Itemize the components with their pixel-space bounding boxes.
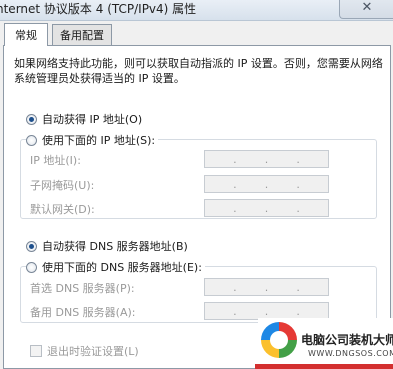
- watermark-logo: 电脑公司装机大师 WWW.DNGSOS.COM: [258, 318, 393, 369]
- tab-general[interactable]: 常规: [4, 23, 48, 46]
- dns-manual-label: 使用下面的 DNS 服务器地址(E):: [42, 261, 202, 274]
- brand-logo-icon: [261, 322, 297, 358]
- default-gateway-input[interactable]: ...: [204, 199, 329, 217]
- dns-manual-radio[interactable]: [26, 261, 37, 273]
- preferred-dns-label: 首选 DNS 服务器(P):: [30, 282, 135, 295]
- dns-auto-radio[interactable]: [26, 240, 37, 252]
- validate-on-exit-label: 退出时验证设置(L): [47, 345, 139, 358]
- ip-auto-label: 自动获得 IP 地址(O): [42, 113, 143, 126]
- subnet-mask-label: 子网掩码(U):: [30, 179, 95, 192]
- ip-auto-radio[interactable]: [26, 113, 37, 125]
- close-button[interactable]: ✕: [339, 0, 393, 19]
- ip-manual-radio[interactable]: [26, 134, 37, 146]
- alternate-dns-label: 备用 DNS 服务器(A):: [30, 306, 136, 319]
- tab-alternate-config-label: 备用配置: [60, 29, 104, 42]
- ip-auto-option[interactable]: 自动获得 IP 地址(O): [26, 111, 142, 127]
- title-bar: nternet 协议版本 4 (TCP/IPv4) 属性 ✕: [0, 0, 393, 21]
- red-edge-decoration: [255, 364, 393, 369]
- close-icon: ✕: [361, 0, 373, 15]
- validate-on-exit-checkbox[interactable]: [30, 345, 42, 357]
- subnet-mask-input[interactable]: ...: [204, 175, 329, 193]
- tab-alternate-config[interactable]: 备用配置: [52, 24, 112, 45]
- description-text: 如果网络支持此功能，则可以获取自动指派的 IP 设置。否则，您需要从网络系统管理…: [14, 57, 383, 85]
- dns-auto-label: 自动获得 DNS 服务器地址(B): [42, 240, 188, 253]
- watermark-brand: 电脑公司装机大师: [301, 333, 393, 347]
- window-title: nternet 协议版本 4 (TCP/IPv4) 属性: [0, 2, 197, 16]
- ip-manual-option[interactable]: 使用下面的 IP 地址(S):: [26, 132, 159, 148]
- ip-address-input[interactable]: ...: [204, 150, 329, 168]
- default-gateway-label: 默认网关(D):: [30, 203, 95, 216]
- tab-general-label: 常规: [15, 29, 37, 42]
- dns-manual-option[interactable]: 使用下面的 DNS 服务器地址(E):: [26, 259, 205, 275]
- preferred-dns-input[interactable]: ...: [204, 278, 329, 296]
- ip-manual-label: 使用下面的 IP 地址(S):: [42, 134, 156, 147]
- validate-on-exit-option[interactable]: 退出时验证设置(L): [30, 343, 139, 359]
- dns-auto-option[interactable]: 自动获得 DNS 服务器地址(B): [26, 238, 188, 254]
- ip-address-label: IP 地址(I):: [30, 154, 81, 167]
- watermark-url: WWW.DNGSOS.COM: [308, 349, 393, 358]
